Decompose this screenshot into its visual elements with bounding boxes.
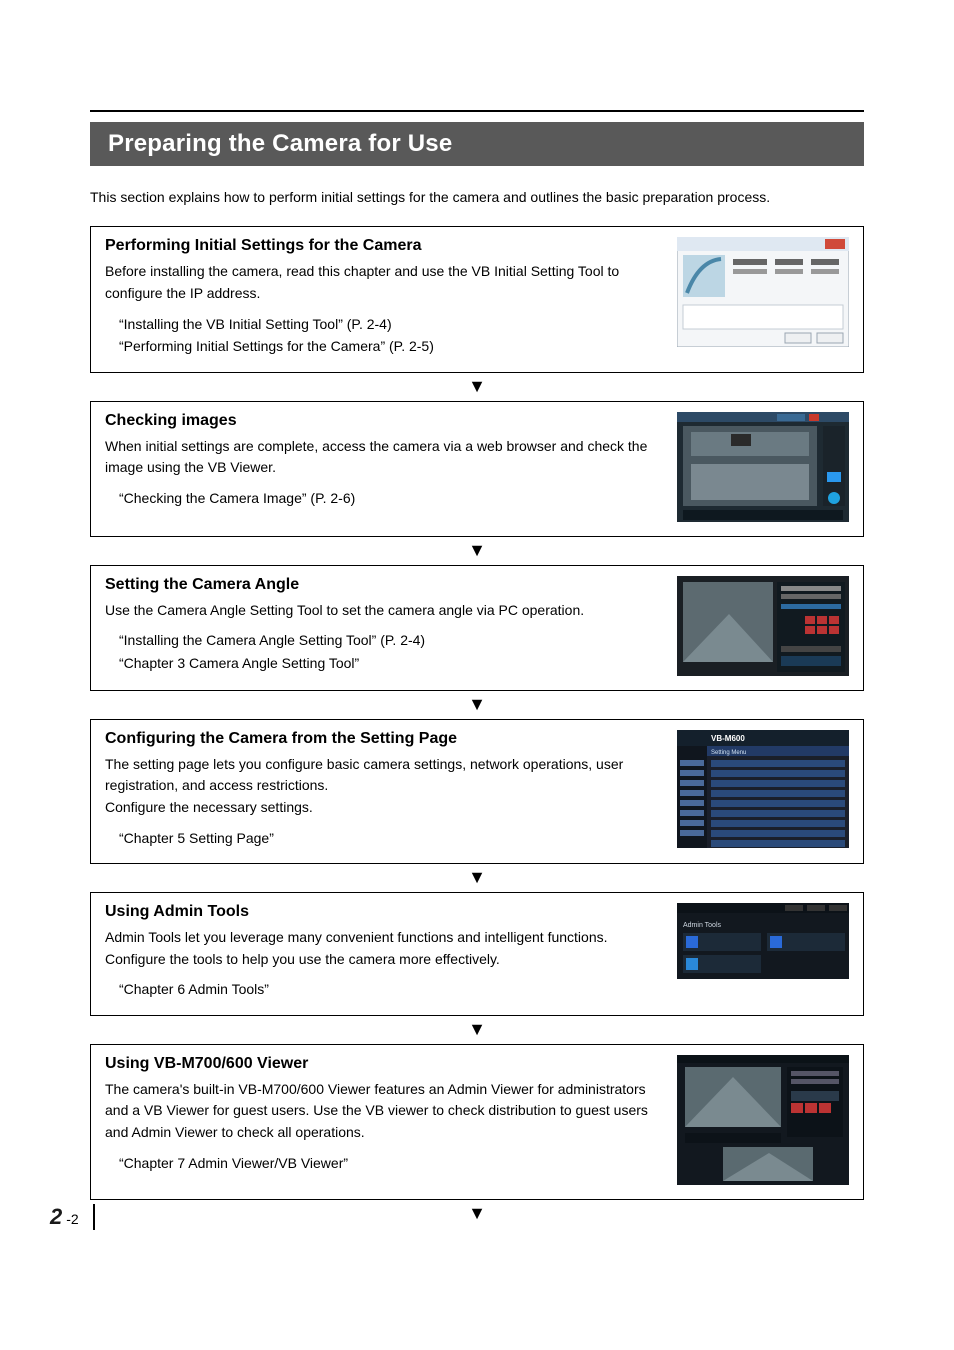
- step-title: Setting the Camera Angle: [105, 576, 663, 594]
- step-box-initial-settings: Performing Initial Settings for the Came…: [90, 226, 864, 372]
- header-rule: [90, 110, 864, 112]
- svg-text:VB-M600: VB-M600: [711, 734, 745, 743]
- page-index: -2: [66, 1211, 78, 1227]
- step-ref: “Chapter 3 Camera Angle Setting Tool”: [119, 652, 663, 674]
- step-title: Using VB-M700/600 Viewer: [105, 1055, 663, 1073]
- screenshot-thumbnail: [677, 412, 849, 522]
- step-title: Checking images: [105, 412, 663, 430]
- step-ref: “Chapter 5 Setting Page”: [119, 827, 663, 849]
- page-number: 2-2: [50, 1204, 95, 1230]
- svg-text:Setting Menu: Setting Menu: [711, 750, 746, 756]
- document-page: Preparing the Camera for Use This sectio…: [0, 0, 954, 1268]
- step-ref: “Checking the Camera Image” (P. 2-6): [119, 487, 663, 509]
- step-desc: The camera's built-in VB-M700/600 Viewer…: [105, 1079, 663, 1144]
- step-box-camera-angle: Setting the Camera Angle Use the Camera …: [90, 565, 864, 691]
- step-title: Configuring the Camera from the Setting …: [105, 730, 663, 748]
- step-box-admin-tools: Using Admin Tools Admin Tools let you le…: [90, 892, 864, 1016]
- step-desc: When initial settings are complete, acce…: [105, 436, 663, 479]
- flow-arrow-icon: ▼: [90, 695, 864, 713]
- svg-text:Admin Tools: Admin Tools: [683, 922, 722, 929]
- screenshot-thumbnail: VB-M600 Setting Menu: [677, 730, 849, 849]
- page-title: Preparing the Camera for Use: [90, 122, 864, 166]
- step-box-viewer: Using VB-M700/600 Viewer The camera's bu…: [90, 1044, 864, 1200]
- flow-arrow-icon: ▼: [90, 377, 864, 395]
- flow-arrow-icon: ▼: [90, 541, 864, 559]
- step-ref: “Chapter 7 Admin Viewer/VB Viewer”: [119, 1152, 663, 1174]
- flow-arrow-icon: ▼: [90, 1020, 864, 1038]
- flow-arrow-icon: ▼: [90, 1204, 864, 1222]
- flow-arrow-icon: ▼: [90, 868, 864, 886]
- step-ref: “Chapter 6 Admin Tools”: [119, 978, 663, 1000]
- intro-text: This section explains how to perform ini…: [90, 186, 864, 208]
- screenshot-thumbnail: [677, 1055, 849, 1185]
- step-desc: Before installing the camera, read this …: [105, 261, 663, 304]
- step-title: Performing Initial Settings for the Came…: [105, 237, 663, 255]
- step-ref: “Installing the VB Initial Setting Tool”…: [119, 313, 663, 335]
- screenshot-thumbnail: Admin Tools: [677, 903, 849, 1001]
- step-ref: “Installing the Camera Angle Setting Too…: [119, 629, 663, 651]
- step-desc: Admin Tools let you leverage many conven…: [105, 927, 663, 970]
- chapter-number: 2: [50, 1204, 62, 1230]
- step-box-setting-page: Configuring the Camera from the Setting …: [90, 719, 864, 864]
- step-box-checking-images: Checking images When initial settings ar…: [90, 401, 864, 537]
- screenshot-thumbnail: [677, 576, 849, 676]
- step-desc: The setting page lets you configure basi…: [105, 754, 663, 819]
- screenshot-thumbnail: [677, 237, 849, 357]
- step-title: Using Admin Tools: [105, 903, 663, 921]
- step-desc: Use the Camera Angle Setting Tool to set…: [105, 600, 663, 622]
- step-ref: “Performing Initial Settings for the Cam…: [119, 335, 663, 357]
